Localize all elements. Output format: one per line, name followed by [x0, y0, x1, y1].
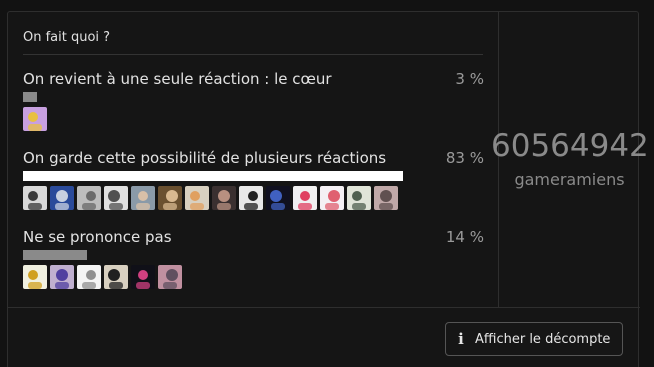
poll-total: 60564942 gameramiens	[491, 12, 649, 307]
option-label: On revient à une seule réaction : le cœu…	[23, 70, 332, 88]
man-hat-avatar[interactable]	[158, 186, 182, 210]
total-votes-unit: gameramiens	[514, 170, 625, 189]
poll-card: On fait quoi ? On revient à une seule ré…	[7, 11, 649, 367]
cartoon-dog-avatar[interactable]	[185, 186, 209, 210]
poll-question: On fait quoi ?	[23, 30, 111, 45]
man-portrait-avatar[interactable]	[131, 186, 155, 210]
option-percent: 14 %	[445, 228, 484, 246]
cartoon-character-avatar[interactable]	[23, 107, 47, 131]
oz-logo-avatar[interactable]	[266, 186, 290, 210]
wizard-avatar[interactable]	[50, 265, 74, 289]
option-label: Ne se prononce pas	[23, 228, 172, 246]
dark-portrait-avatar[interactable]	[212, 186, 236, 210]
poll-results: On fait quoi ? On revient à une seule ré…	[8, 12, 498, 307]
horizontal-divider	[8, 307, 640, 308]
suit-man-avatar[interactable]	[239, 186, 263, 210]
option-bar	[23, 250, 87, 260]
person-portrait-avatar[interactable]	[158, 265, 182, 289]
cartoon-duck-avatar[interactable]	[23, 265, 47, 289]
option-percent: 83 %	[445, 149, 484, 167]
white-creature-avatar[interactable]	[77, 265, 101, 289]
bw-portrait-avatar[interactable]	[23, 186, 47, 210]
blue-artwork-avatar[interactable]	[50, 186, 74, 210]
neon-figure-avatar[interactable]	[131, 265, 155, 289]
info-icon: i	[458, 330, 464, 348]
option-percent: 3 %	[455, 70, 484, 88]
option-bar-track	[23, 92, 403, 102]
show-count-button[interactable]: i Afficher le décompte	[445, 322, 623, 356]
voter-avatars	[23, 186, 398, 210]
bw-art-avatar[interactable]	[104, 186, 128, 210]
pixel-character-avatar[interactable]	[293, 186, 317, 210]
option-bar	[23, 92, 37, 102]
voter-avatars	[23, 107, 47, 131]
option-bar-track	[23, 250, 403, 260]
voter-avatars	[23, 265, 182, 289]
photo-portrait-avatar[interactable]	[374, 186, 398, 210]
option-bar-track	[23, 171, 403, 181]
question-divider	[23, 54, 483, 55]
show-count-label: Afficher le décompte	[475, 331, 611, 347]
option-bar	[23, 171, 403, 181]
option-label: On garde cette possibilité de plusieurs …	[23, 149, 387, 167]
tree-silhouette-avatar[interactable]	[104, 265, 128, 289]
balloon-drawing-avatar[interactable]	[320, 186, 344, 210]
drawn-face-avatar[interactable]	[347, 186, 371, 210]
sketch-face-avatar[interactable]	[77, 186, 101, 210]
total-votes-number: 60564942	[491, 128, 649, 164]
